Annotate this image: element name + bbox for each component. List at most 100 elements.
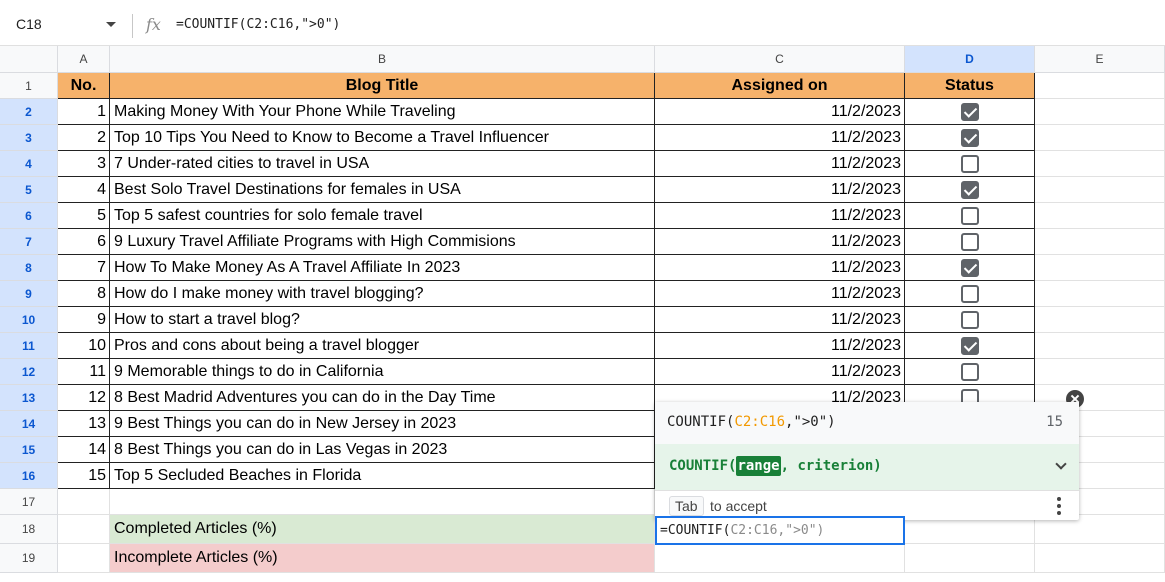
cell-blog-title[interactable]: Pros and cons about being a travel blogg… bbox=[110, 333, 655, 359]
column-header-a[interactable]: A bbox=[58, 46, 110, 73]
cell-e[interactable] bbox=[1035, 125, 1165, 151]
name-box-dropdown-icon[interactable] bbox=[106, 22, 116, 27]
cell-assigned-on[interactable]: 11/2/2023 bbox=[655, 333, 905, 359]
cell-no[interactable]: 6 bbox=[58, 229, 110, 255]
column-header-b[interactable]: B bbox=[110, 46, 655, 73]
cell-e[interactable] bbox=[1035, 307, 1165, 333]
column-header-e[interactable]: E bbox=[1035, 46, 1165, 73]
cell-blog-title[interactable]: Top 10 Tips You Need to Know to Become a… bbox=[110, 125, 655, 151]
checkbox-checked[interactable] bbox=[960, 180, 979, 199]
chevron-down-icon[interactable] bbox=[1055, 458, 1067, 470]
row-header-16[interactable]: 16 bbox=[0, 463, 58, 489]
header-blog-title[interactable]: Blog Title bbox=[110, 73, 655, 99]
cell-assigned-on[interactable]: 11/2/2023 bbox=[655, 99, 905, 125]
cell-e[interactable] bbox=[1035, 151, 1165, 177]
cell-status[interactable] bbox=[905, 125, 1035, 151]
cell-status[interactable] bbox=[905, 99, 1035, 125]
cell-blog-title[interactable]: Top 5 Secluded Beaches in Florida bbox=[110, 463, 655, 489]
empty-cell[interactable] bbox=[110, 489, 655, 515]
cell-e[interactable] bbox=[1035, 229, 1165, 255]
cell-status[interactable] bbox=[905, 255, 1035, 281]
checkbox-unchecked[interactable] bbox=[960, 310, 979, 329]
cell-no[interactable]: 1 bbox=[58, 99, 110, 125]
cell-e[interactable] bbox=[1035, 255, 1165, 281]
row-header-11[interactable]: 11 bbox=[0, 333, 58, 359]
cell-e[interactable] bbox=[1035, 99, 1165, 125]
row-header-10[interactable]: 10 bbox=[0, 307, 58, 333]
select-all-corner[interactable] bbox=[0, 46, 58, 73]
cell-e[interactable] bbox=[1035, 177, 1165, 203]
row-header-9[interactable]: 9 bbox=[0, 281, 58, 307]
checkbox-unchecked[interactable] bbox=[960, 154, 979, 173]
cell-status[interactable] bbox=[905, 177, 1035, 203]
cell-no[interactable]: 14 bbox=[58, 437, 110, 463]
row-header-1[interactable]: 1 bbox=[0, 73, 58, 99]
header-status[interactable]: Status bbox=[905, 73, 1035, 99]
row-header-14[interactable]: 14 bbox=[0, 411, 58, 437]
cell-assigned-on[interactable]: 11/2/2023 bbox=[655, 203, 905, 229]
cell-blog-title[interactable]: Top 5 safest countries for solo female t… bbox=[110, 203, 655, 229]
cell-e1[interactable] bbox=[1035, 73, 1165, 99]
cell-blog-title[interactable]: How do I make money with travel blogging… bbox=[110, 281, 655, 307]
cell-no[interactable]: 10 bbox=[58, 333, 110, 359]
row-header-12[interactable]: 12 bbox=[0, 359, 58, 385]
row-header-3[interactable]: 3 bbox=[0, 125, 58, 151]
cell-blog-title[interactable]: Best Solo Travel Destinations for female… bbox=[110, 177, 655, 203]
row-header-4[interactable]: 4 bbox=[0, 151, 58, 177]
cell-no[interactable]: 2 bbox=[58, 125, 110, 151]
row-header-6[interactable]: 6 bbox=[0, 203, 58, 229]
cell-status[interactable] bbox=[905, 359, 1035, 385]
cell-blog-title[interactable]: How to start a travel blog? bbox=[110, 307, 655, 333]
checkbox-checked[interactable] bbox=[960, 102, 979, 121]
row-header-2[interactable]: 2 bbox=[0, 99, 58, 125]
empty-cell[interactable] bbox=[1035, 544, 1165, 573]
cell-blog-title[interactable]: 7 Under-rated cities to travel in USA bbox=[110, 151, 655, 177]
checkbox-unchecked[interactable] bbox=[960, 284, 979, 303]
cell-assigned-on[interactable]: 11/2/2023 bbox=[655, 151, 905, 177]
checkbox-checked[interactable] bbox=[960, 258, 979, 277]
header-no[interactable]: No. bbox=[58, 73, 110, 99]
cell-status[interactable] bbox=[905, 307, 1035, 333]
cell-assigned-on[interactable]: 11/2/2023 bbox=[655, 125, 905, 151]
empty-cell[interactable] bbox=[58, 489, 110, 515]
empty-cell[interactable] bbox=[655, 544, 905, 573]
cell-assigned-on[interactable]: 11/2/2023 bbox=[655, 281, 905, 307]
cell-e[interactable] bbox=[1035, 359, 1165, 385]
cell-blog-title[interactable]: 9 Best Things you can do in New Jersey i… bbox=[110, 411, 655, 437]
cell-blog-title[interactable]: 8 Best Madrid Adventures you can do in t… bbox=[110, 385, 655, 411]
cell-assigned-on[interactable]: 11/2/2023 bbox=[655, 177, 905, 203]
column-header-c[interactable]: C bbox=[655, 46, 905, 73]
checkbox-checked[interactable] bbox=[960, 128, 979, 147]
cell-no[interactable]: 7 bbox=[58, 255, 110, 281]
cell-no[interactable]: 11 bbox=[58, 359, 110, 385]
header-assigned-on[interactable]: Assigned on bbox=[655, 73, 905, 99]
checkbox-unchecked[interactable] bbox=[960, 206, 979, 225]
checkbox-unchecked[interactable] bbox=[960, 232, 979, 251]
empty-cell[interactable] bbox=[905, 544, 1035, 573]
cell-blog-title[interactable]: 9 Memorable things to do in California bbox=[110, 359, 655, 385]
cell-assigned-on[interactable]: 11/2/2023 bbox=[655, 359, 905, 385]
cell-blog-title[interactable]: Making Money With Your Phone While Trave… bbox=[110, 99, 655, 125]
name-box[interactable]: C18 bbox=[16, 16, 42, 32]
cell-assigned-on[interactable]: 11/2/2023 bbox=[655, 255, 905, 281]
row-header-8[interactable]: 8 bbox=[0, 255, 58, 281]
cell-blog-title[interactable]: 8 Best Things you can do in Las Vegas in… bbox=[110, 437, 655, 463]
cell-status[interactable] bbox=[905, 151, 1035, 177]
empty-cell[interactable] bbox=[58, 544, 110, 573]
more-vert-icon[interactable] bbox=[1057, 497, 1061, 515]
cell-no[interactable]: 5 bbox=[58, 203, 110, 229]
cell-editor-text[interactable]: =COUNTIF(C2:C16,">0") bbox=[660, 523, 824, 538]
cell-status[interactable] bbox=[905, 333, 1035, 359]
row-header-7[interactable]: 7 bbox=[0, 229, 58, 255]
cell-status[interactable] bbox=[905, 281, 1035, 307]
cell-status[interactable] bbox=[905, 229, 1035, 255]
cell-blog-title[interactable]: How To Make Money As A Travel Affiliate … bbox=[110, 255, 655, 281]
row-header-13[interactable]: 13 bbox=[0, 385, 58, 411]
cell-no[interactable]: 8 bbox=[58, 281, 110, 307]
cell-status[interactable] bbox=[905, 203, 1035, 229]
checkbox-checked[interactable] bbox=[960, 336, 979, 355]
cell-no[interactable]: 3 bbox=[58, 151, 110, 177]
cell-no[interactable]: 9 bbox=[58, 307, 110, 333]
row-header-17[interactable]: 17 bbox=[0, 489, 58, 515]
row-header-18[interactable]: 18 bbox=[0, 515, 58, 544]
